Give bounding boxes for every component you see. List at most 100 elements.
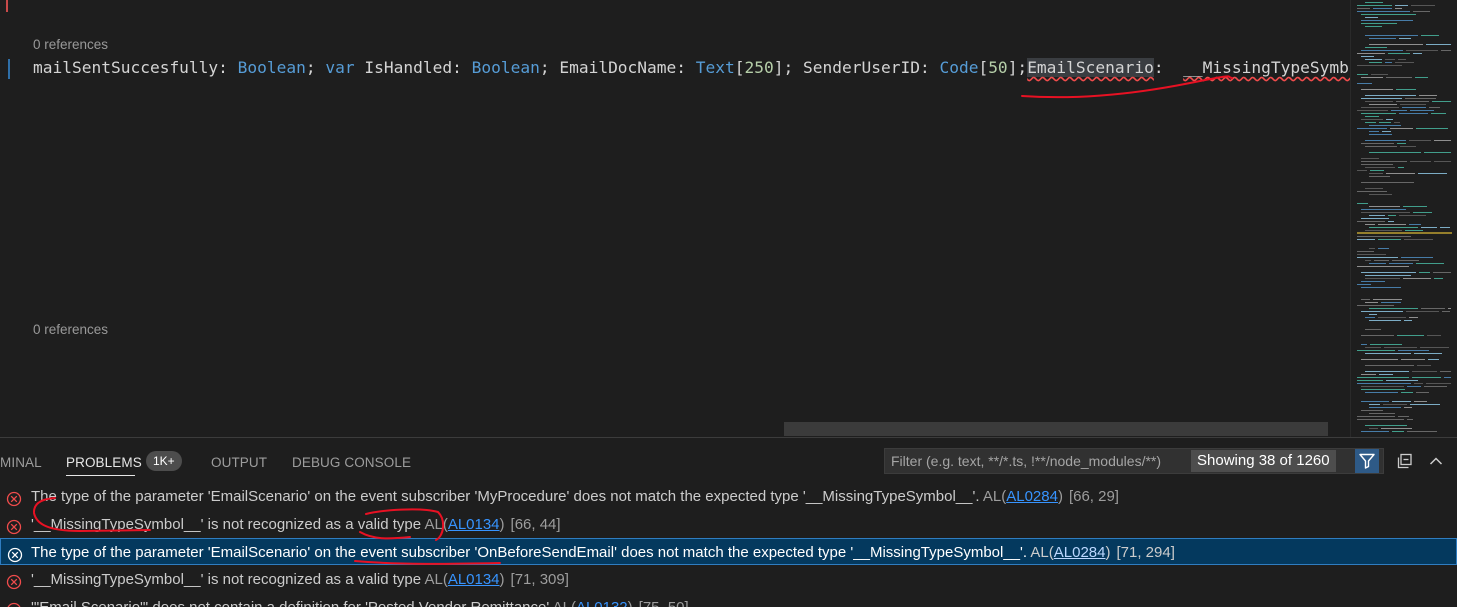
minimap-line [1357,191,1387,192]
code-line-event-subscriber-params[interactable]: mailSentSuccesfully: Boolean; var IsHand… [33,57,1350,79]
minimap-line [1357,377,1409,378]
minimap-line [1365,425,1407,426]
minimap-line [1384,347,1417,348]
minimap-line [1361,143,1394,144]
filter-input[interactable] [891,451,1181,471]
minimap-line [1361,14,1416,15]
minimap-line [1369,404,1380,405]
minimap-line [1405,230,1423,231]
minimap-line [1379,122,1391,123]
minimap-line [1369,428,1378,429]
minimap-line [1361,281,1385,282]
problem-row[interactable]: The type of the parameter 'EmailScenario… [0,538,1457,566]
minimap-line [1398,350,1429,351]
problem-row[interactable]: The type of the parameter 'EmailScenario… [0,483,1457,510]
modified-line-gutter-marker [8,59,10,79]
minimap-line [1361,374,1376,375]
minimap-line [1419,95,1437,96]
minimap-line [1357,350,1395,351]
problem-message-line: The type of the parameter 'EmailScenario… [31,483,1119,510]
problem-row[interactable]: '__MissingTypeSymbol__' is not recognize… [0,511,1457,538]
collapse-all-icon[interactable] [1394,450,1416,472]
problem-code-link[interactable]: AL0134 [448,571,500,588]
chevron-up-icon[interactable] [1425,450,1447,472]
minimap-line [1357,236,1411,237]
error-icon [7,545,23,563]
code-token: 250 [744,58,774,77]
problem-row[interactable]: '"Email Scenario"' does not contain a de… [0,594,1457,607]
paren: ) [499,571,505,589]
minimap-line [1385,59,1395,60]
minimap-line [1426,383,1451,384]
minimap-line [1404,239,1433,240]
code-token: ; EmailDocName: [539,58,696,77]
minimap-line [1361,98,1402,99]
minimap-line [1434,161,1451,162]
problem-row[interactable]: '__MissingTypeSymbol__' is not recognize… [0,566,1457,593]
minimap-line [1407,431,1437,432]
code-token: __MissingTypeSymbol_ [1183,58,1350,77]
minimap-line [1432,101,1451,102]
minimap-line [1357,128,1387,129]
filter-result-count: Showing 38 of 1260 [1191,450,1336,472]
minimap-line [1361,410,1383,411]
minimap-line [1361,344,1367,345]
problem-code-link[interactable]: AL0134 [448,516,500,533]
codelens-references[interactable]: 0 references [33,322,108,337]
minimap-line [1414,401,1427,402]
code-token: EmailScenario [1027,58,1154,77]
minimap-line [1365,122,1376,123]
minimap-line [1361,50,1403,51]
tab-problems[interactable]: PROBLEMS [66,455,142,470]
tab-debug-console[interactable]: DEBUG CONSOLE [292,455,411,470]
minimap-line [1361,335,1394,336]
minimap-line [1411,5,1435,6]
minimap-line [1414,353,1442,354]
minimap-line [1416,128,1448,129]
minimap-line [1381,302,1401,303]
minimap-line [1386,77,1412,78]
minimap-line [1399,113,1428,114]
minimap-line [1434,278,1443,279]
tab-output[interactable]: OUTPUT [211,455,267,470]
problems-count-badge: 1K+ [146,451,182,471]
problems-list: The type of the parameter 'EmailScenario… [0,483,1457,607]
minimap-line [1361,89,1393,90]
minimap-line [1365,302,1378,303]
minimap-line [1369,176,1390,177]
minimap-line [1361,311,1403,312]
minimap-line [1357,65,1402,66]
problem-message-line: The type of the parameter 'EmailScenario… [31,539,1175,566]
minimap-line [1426,44,1451,45]
code-token: Code [939,58,979,77]
code-token: [ [734,58,745,77]
minimap-line [1361,272,1416,273]
filter-icon[interactable] [1355,449,1379,473]
minimap-line [1369,38,1396,39]
problem-code-link[interactable]: AL0284 [1054,544,1106,561]
code-token: Text [695,58,735,77]
minimap-line [1378,224,1406,225]
minimap-line [1396,89,1416,90]
minimap-line [1397,143,1406,144]
minimap-line [1374,260,1389,261]
tab-terminal[interactable]: MINAL [0,455,42,470]
minimap-line [1369,134,1392,135]
horizontal-scrollbar-thumb[interactable] [784,422,1328,436]
minimap-line [1365,47,1387,48]
problem-code-link[interactable]: AL0284 [1006,488,1058,505]
minimap-line [1413,212,1432,213]
minimap-line [1365,26,1382,27]
minimap-line [1361,113,1396,114]
minimap-line [1409,224,1421,225]
codelens-references[interactable]: 0 references [33,37,108,52]
paren: ) [1057,488,1063,505]
code-editor[interactable]: 0 references mailSentSuccesfully: Boolea… [0,0,1350,437]
minimap[interactable] [1350,0,1457,437]
problem-message: The type of the parameter 'EmailScenario… [31,544,1028,562]
minimap-line [1369,194,1392,195]
minimap-line [1433,272,1451,273]
minimap-line [1382,131,1391,132]
minimap-line [1365,230,1402,231]
minimap-line [1365,188,1383,189]
